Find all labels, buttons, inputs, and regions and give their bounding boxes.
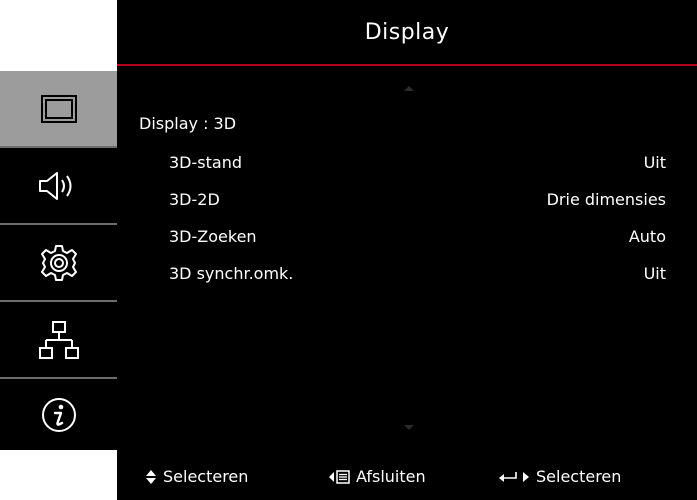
footer-select-hint: Selecteren [145, 467, 248, 486]
sidebar-item-network[interactable] [0, 302, 117, 379]
sidebar-item-information[interactable] [0, 379, 117, 450]
row-value[interactable]: Uit [644, 153, 666, 172]
footer-hints: Selecteren Afsluiten Selecteren [117, 450, 697, 500]
row-label: 3D synchr.omk. [169, 264, 294, 283]
scroll-up-indicator [404, 86, 414, 91]
left-menu-icon [329, 469, 350, 484]
display-icon [40, 94, 77, 123]
sidebar-item-settings[interactable] [0, 225, 117, 302]
menu-row-3d-2d[interactable]: 3D-2D Drie dimensies [117, 190, 697, 214]
sidebar-item-display[interactable] [0, 71, 117, 148]
row-value[interactable]: Drie dimensies [547, 190, 666, 209]
scroll-down-indicator [404, 425, 414, 430]
row-value[interactable]: Auto [629, 227, 666, 246]
row-label: 3D-Zoeken [169, 227, 257, 246]
row-label: 3D-stand [169, 153, 242, 172]
menu-row-3d-mode[interactable]: 3D-stand Uit [117, 153, 697, 177]
menu-content: Display : 3D 3D-stand Uit 3D-2D Drie dim… [117, 68, 697, 450]
info-icon [41, 397, 76, 432]
page-title: Display [364, 19, 450, 45]
sidebar [0, 71, 117, 450]
enter-right-icon [499, 471, 529, 482]
row-label: 3D-2D [169, 190, 220, 209]
sidebar-item-audio[interactable] [0, 148, 117, 225]
network-icon [38, 320, 79, 359]
osd-menu: Display Display : 3D 3D-stand Uit 3D-2D … [117, 0, 697, 500]
section-title: Display : 3D [139, 114, 237, 133]
gear-icon [40, 244, 77, 281]
footer-enter-hint: Selecteren [498, 467, 621, 486]
menu-row-3d-format[interactable]: 3D-Zoeken Auto [117, 227, 697, 251]
menu-row-3d-sync-invert[interactable]: 3D synchr.omk. Uit [117, 264, 697, 288]
speaker-icon [38, 171, 71, 200]
row-value[interactable]: Uit [644, 264, 666, 283]
footer-enter-label: Selecteren [536, 467, 622, 486]
title-bar: Display [117, 0, 697, 66]
footer-exit-hint: Afsluiten [328, 467, 426, 486]
up-down-arrows-icon [146, 469, 156, 484]
footer-exit-label: Afsluiten [356, 467, 426, 486]
footer-select-label: Selecteren [163, 467, 249, 486]
